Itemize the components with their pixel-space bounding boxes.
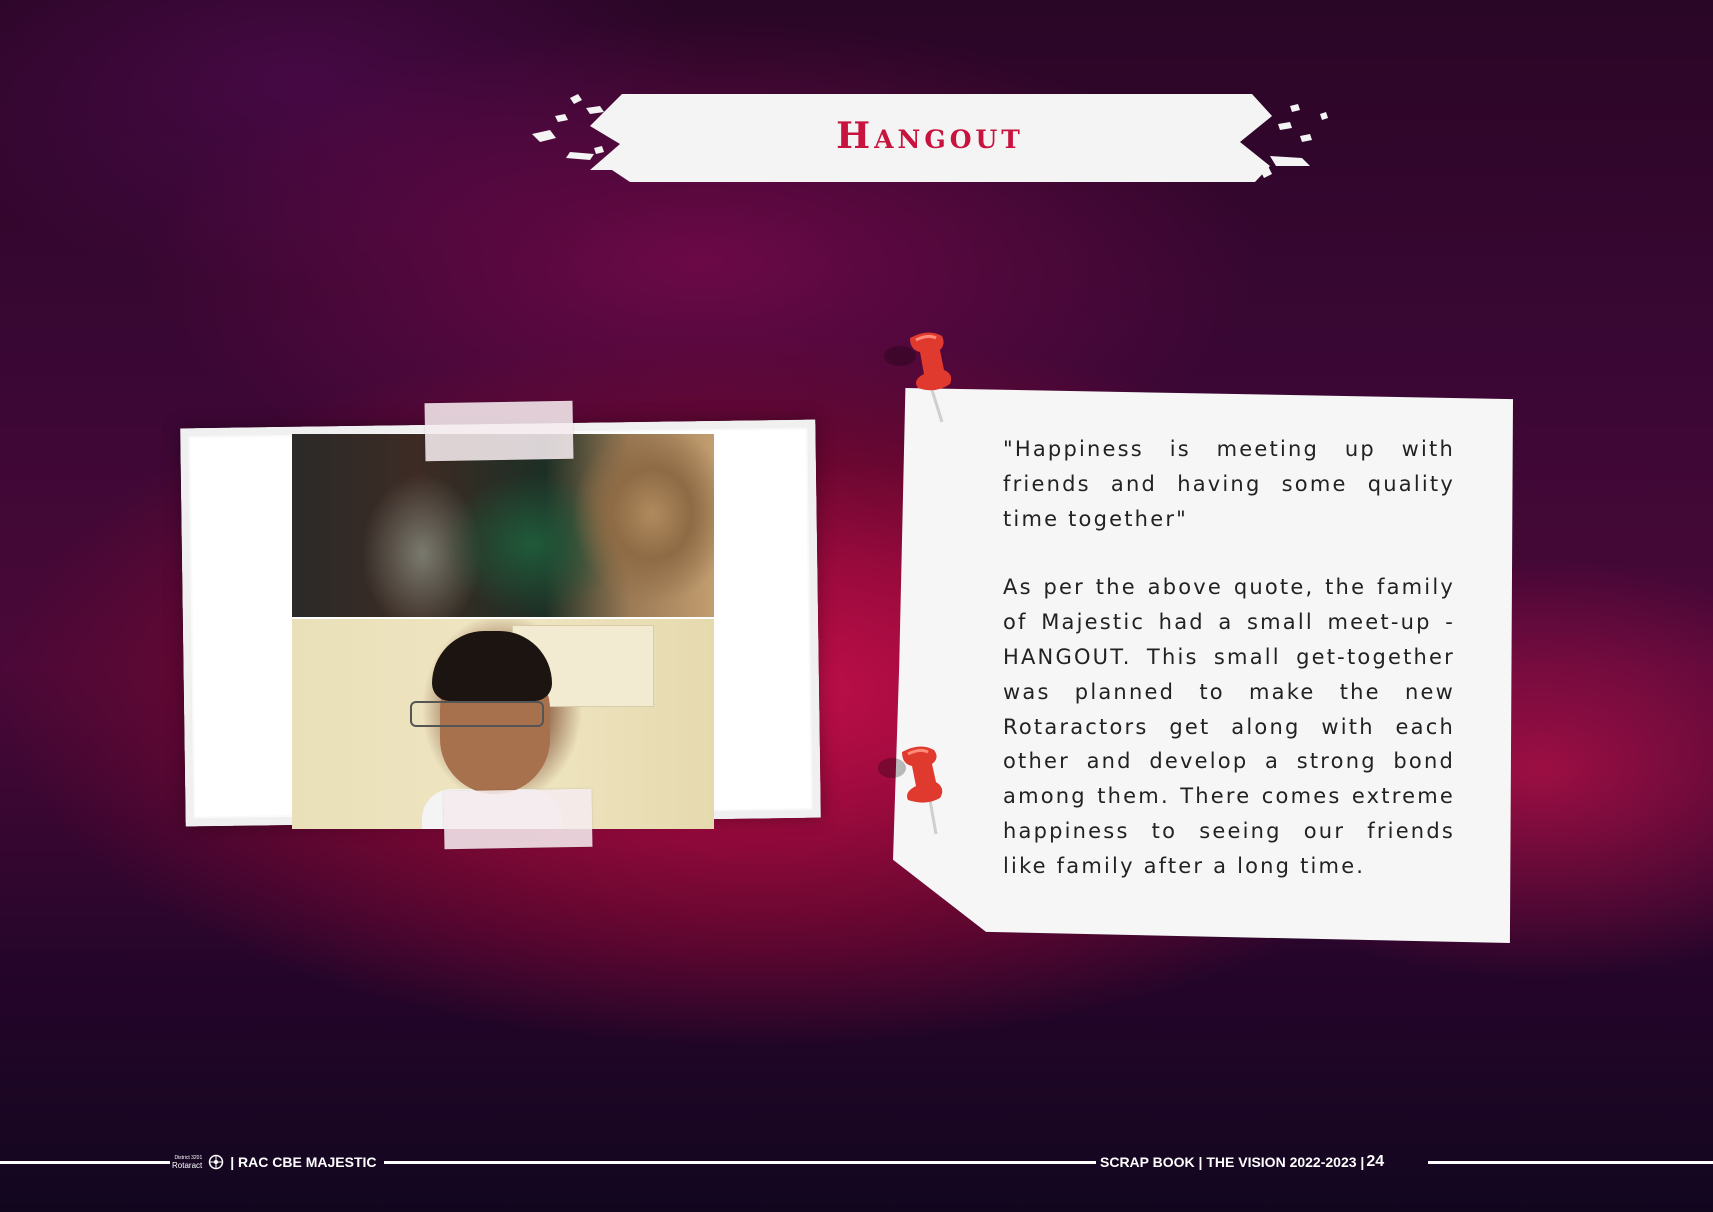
footer: District 3201 Rotaract | RAC CBE MAJESTI…: [0, 1150, 1713, 1174]
footer-club: District 3201 Rotaract | RAC CBE MAJESTI…: [172, 1152, 377, 1172]
footer-publication: SCRAP BOOK | THE VISION 2022-2023 | 24: [1100, 1152, 1384, 1172]
publication-title: SCRAP BOOK | THE VISION 2022-2023 |: [1100, 1154, 1365, 1170]
footer-rule-left: [0, 1161, 170, 1164]
title-banner: Hangout: [530, 86, 1330, 186]
pushpin-icon: [878, 746, 943, 835]
pushpin-icon: [884, 332, 952, 423]
note-content: "Happiness is meeting up with friends an…: [1003, 432, 1455, 918]
club-name: | RAC CBE MAJESTIC: [230, 1154, 377, 1170]
quote-text: "Happiness is meeting up with friends an…: [1003, 437, 1455, 531]
page-number: 24: [1366, 1153, 1385, 1170]
page-title: Hangout: [836, 115, 1024, 157]
rotaract-wheel-icon: [208, 1154, 224, 1170]
food-photo: [292, 434, 714, 617]
tape-bottom: [443, 788, 593, 850]
tape-top: [424, 400, 574, 462]
logo-name: Rotaract: [172, 1161, 203, 1170]
footer-rule-right: [1428, 1161, 1713, 1164]
body-text: As per the above quote, the family of Ma…: [1003, 575, 1455, 878]
glasses: [410, 701, 544, 727]
footer-rule-middle: [384, 1161, 1096, 1164]
rotaract-logo: District 3201 Rotaract: [172, 1154, 202, 1170]
